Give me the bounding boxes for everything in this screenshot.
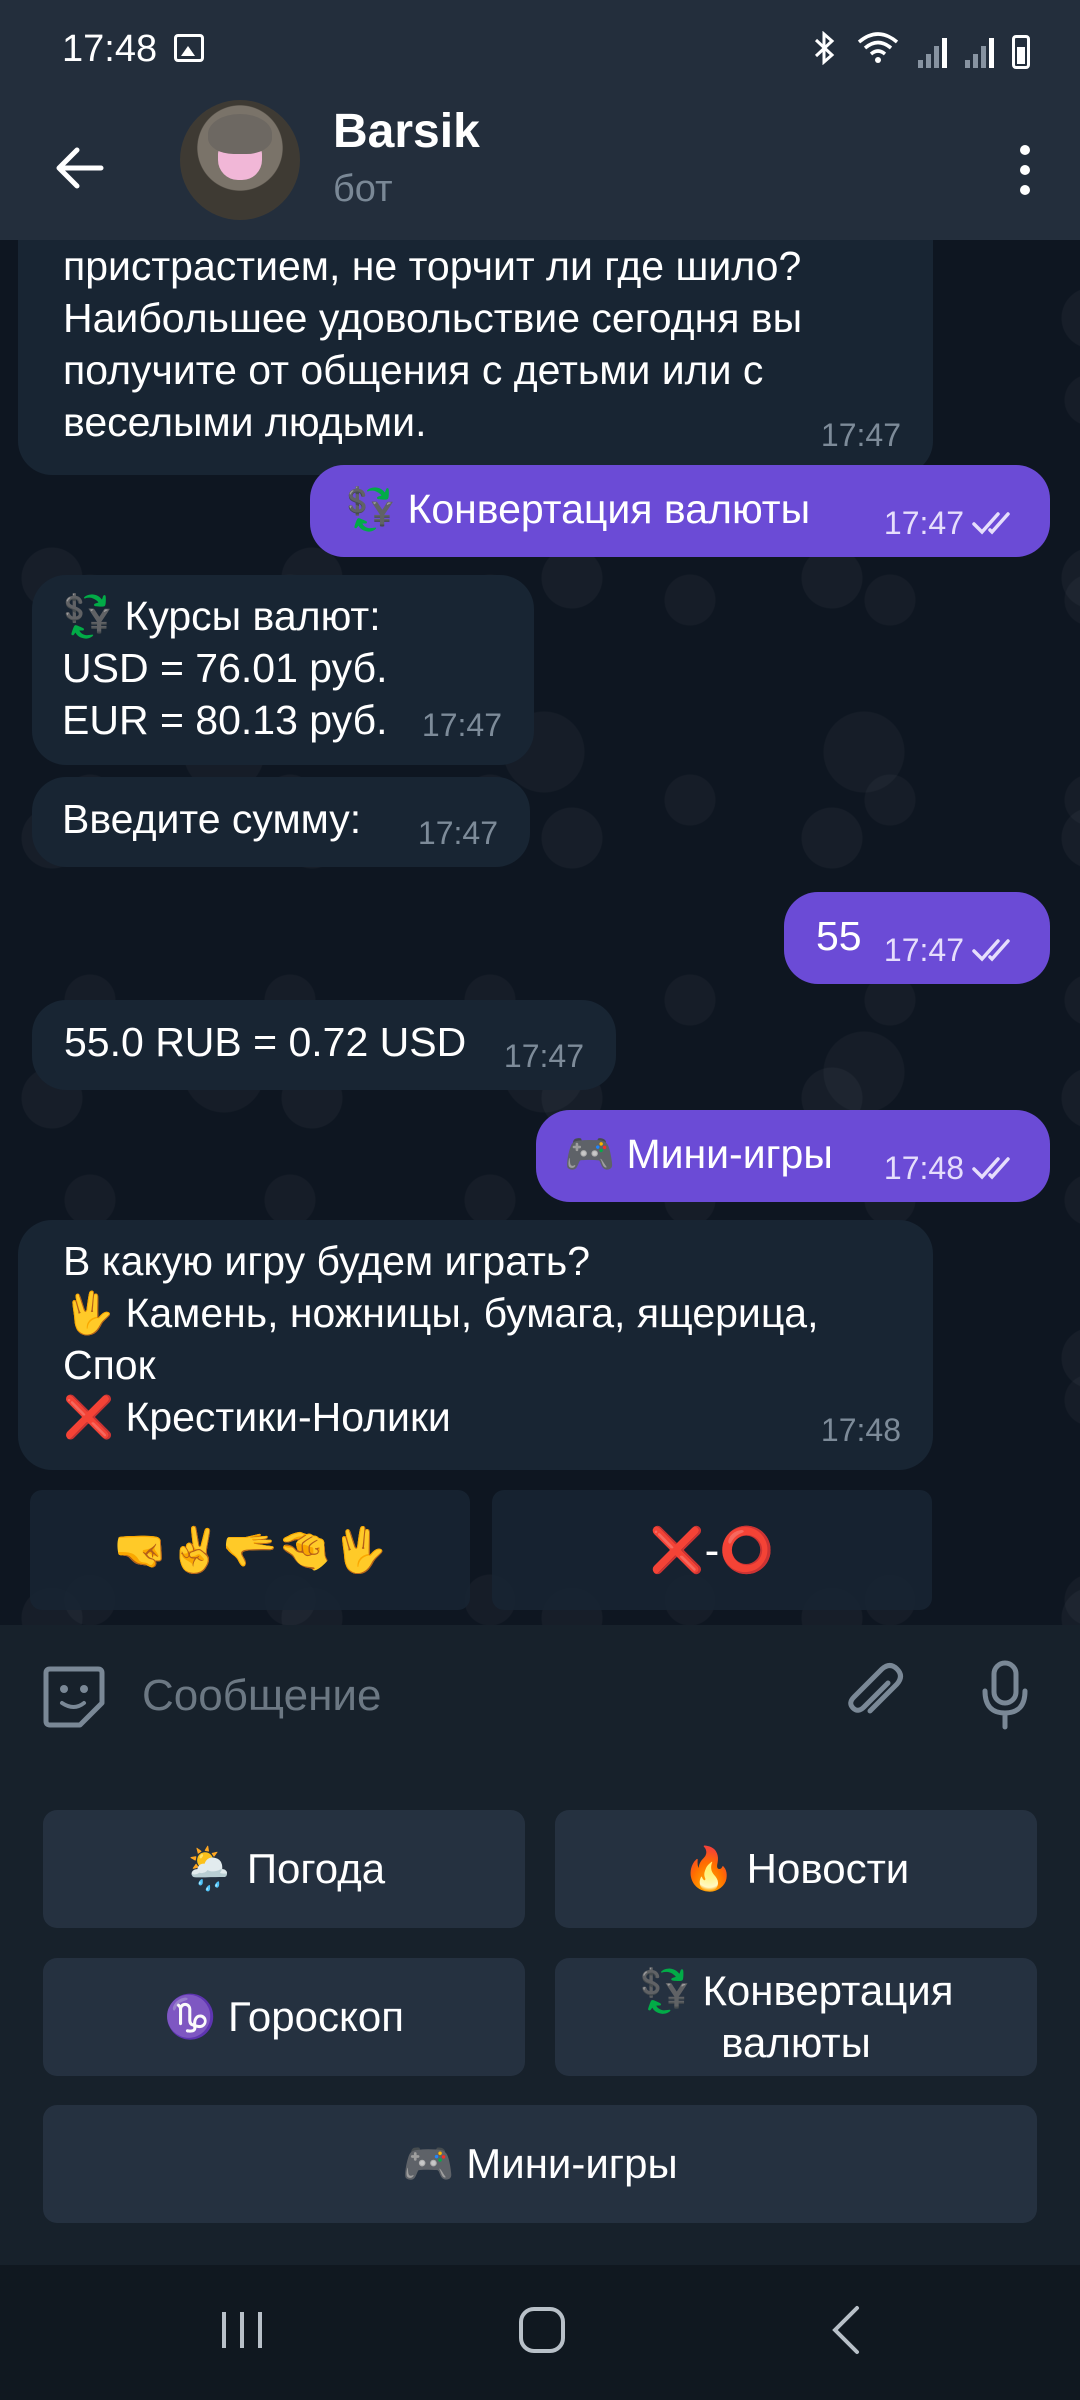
chat-header: Barsik бот	[0, 100, 1080, 240]
message-incoming[interactable]: 💱 Курсы валют: USD = 76.01 руб. EUR = 80…	[32, 575, 534, 765]
message-meta: 17:47	[422, 699, 502, 751]
inline-button-tic-tac-toe[interactable]: ❌-⭕	[492, 1490, 932, 1610]
status-bar: 17:48	[0, 0, 1080, 100]
message-list[interactable]: пристрастием, не торчит ли где шило? Наи…	[0, 240, 1080, 1625]
message-meta: 17:47	[504, 1030, 584, 1082]
keyboard-button-label: ♑ Гороскоп	[164, 1993, 404, 2040]
chat-subtitle: бот	[333, 168, 393, 210]
double-check-icon	[972, 1157, 1010, 1180]
keyboard-button-label: 💱 Конвертация валюты	[638, 1967, 954, 2066]
message-meta: 17:47	[884, 924, 1018, 976]
signal-2-icon	[965, 36, 994, 68]
message-incoming[interactable]: пристрастием, не торчит ли где шило? Наи…	[18, 240, 933, 475]
home-button[interactable]	[497, 2295, 587, 2365]
arrow-left-icon	[56, 147, 104, 189]
message-input-bar	[0, 1625, 1080, 1765]
back-button[interactable]	[40, 128, 120, 208]
image-notification-icon	[174, 34, 204, 62]
message-time: 17:47	[417, 815, 498, 851]
message-incoming[interactable]: 55.0 RUB = 0.72 USD 17:47	[32, 1000, 616, 1090]
message-incoming[interactable]: В какую игру будем играть? 🖖 Камень, нож…	[18, 1220, 933, 1470]
system-navigation-bar	[0, 2265, 1080, 2400]
inline-button-label: 🤜✌️🫳🤏🖖	[113, 1526, 387, 1575]
signal-1-icon	[918, 36, 947, 68]
chevron-left-icon	[832, 2306, 859, 2354]
message-meta: 17:47	[884, 497, 1018, 549]
chat-title[interactable]: Barsik	[333, 104, 480, 159]
message-input[interactable]	[140, 1655, 794, 1737]
keyboard-button-label: 🎮 Мини-игры	[402, 2140, 678, 2187]
message-text: В какую игру будем играть? 🖖 Камень, нож…	[63, 1238, 819, 1440]
keyboard-button-weather[interactable]: 🌦️ Погода	[43, 1810, 525, 1928]
battery-icon	[1012, 34, 1030, 69]
more-vert-icon	[1020, 145, 1030, 155]
message-time: 17:48	[883, 1150, 964, 1186]
message-outgoing[interactable]: 💱 Конвертация валюты 17:47	[310, 465, 1050, 557]
message-time: 17:48	[820, 1412, 901, 1448]
reply-keyboard: 🌦️ Погода 🔥 Новости ♑ Гороскоп 💱 Конверт…	[0, 1765, 1080, 2265]
keyboard-button-minigames[interactable]: 🎮 Мини-игры	[43, 2105, 1037, 2223]
message-time: 17:47	[503, 1038, 584, 1074]
keyboard-button-news[interactable]: 🔥 Новости	[555, 1810, 1037, 1928]
keyboard-button-horoscope[interactable]: ♑ Гороскоп	[43, 1958, 525, 2076]
message-time: 17:47	[883, 932, 964, 968]
message-outgoing[interactable]: 55 17:47	[784, 892, 1050, 984]
home-icon	[519, 2307, 565, 2353]
status-time: 17:48	[62, 28, 158, 70]
message-meta: 17:47	[821, 409, 901, 461]
sticker-icon[interactable]	[40, 1663, 108, 1736]
recent-apps-button[interactable]	[197, 2295, 287, 2365]
status-icons	[812, 30, 1030, 73]
recent-apps-icon	[222, 2312, 262, 2348]
message-meta: 17:48	[884, 1142, 1018, 1194]
bluetooth-icon	[812, 30, 838, 73]
avatar[interactable]	[180, 100, 300, 220]
message-text: пристрастием, не торчит ли где шило? Наи…	[63, 243, 803, 445]
message-incoming[interactable]: Введите сумму: 17:47	[32, 777, 530, 867]
more-options-button[interactable]	[1000, 130, 1050, 210]
double-check-icon	[972, 939, 1010, 962]
attach-icon[interactable]	[840, 1661, 908, 1734]
microphone-icon[interactable]	[980, 1659, 1030, 1736]
message-meta: 17:48	[821, 1404, 901, 1456]
wifi-icon	[856, 30, 900, 73]
system-back-button[interactable]	[802, 2295, 892, 2365]
keyboard-button-label: 🔥 Новости	[682, 1845, 910, 1892]
message-time: 17:47	[421, 707, 502, 743]
inline-button-rock-paper-scissors[interactable]: 🤜✌️🫳🤏🖖	[30, 1490, 470, 1610]
message-meta: 17:47	[418, 807, 498, 859]
keyboard-button-currency[interactable]: 💱 Конвертация валюты	[555, 1958, 1037, 2076]
message-time: 17:47	[820, 417, 901, 453]
keyboard-button-label: 🌦️ Погода	[182, 1845, 386, 1892]
inline-button-label: ❌-⭕	[649, 1526, 775, 1575]
message-outgoing[interactable]: 🎮 Мини-игры 17:48	[536, 1110, 1050, 1202]
double-check-icon	[972, 512, 1010, 535]
telegram-chat-screen: 17:48 Barsik бот пристрастием, не торчит…	[0, 0, 1080, 2400]
message-time: 17:47	[883, 505, 964, 541]
